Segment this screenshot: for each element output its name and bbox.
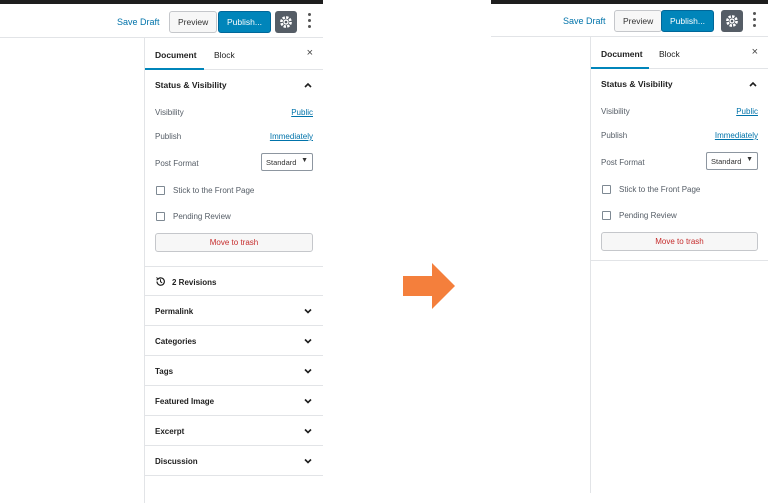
panel-title: Tags xyxy=(155,367,174,376)
publish-label: Publish xyxy=(155,132,182,141)
panel-title: Excerpt xyxy=(155,427,185,436)
tab-document[interactable]: Document xyxy=(591,37,649,69)
panel-featured-image[interactable]: Featured Image xyxy=(145,386,323,416)
chevron-down-icon xyxy=(304,458,312,464)
chevron-down-icon xyxy=(304,338,312,344)
chevron-up-icon xyxy=(304,82,312,88)
settings-button[interactable] xyxy=(721,10,743,32)
post-format-value: Standard xyxy=(266,158,297,167)
gear-icon xyxy=(280,16,292,28)
chevron-up-icon xyxy=(749,81,757,87)
section-title: Status & Visibility xyxy=(155,80,227,90)
more-options-button[interactable] xyxy=(751,12,757,30)
post-format-row: Post Format Standard ▼ xyxy=(591,147,768,177)
visibility-row: Visibility Public xyxy=(145,100,323,124)
publish-label: Publish xyxy=(601,131,628,140)
pending-review-label: Pending Review xyxy=(173,212,231,221)
chevron-down-icon xyxy=(304,368,312,374)
kebab-menu-icon xyxy=(752,12,756,15)
panel-title: Discussion xyxy=(155,457,198,466)
revisions-panel[interactable]: 2 Revisions xyxy=(145,266,323,296)
visibility-row: Visibility Public xyxy=(591,99,768,123)
stick-front-page-label: Stick to the Front Page xyxy=(619,185,701,194)
publish-button[interactable]: Publish... xyxy=(661,10,714,32)
section-title: Status & Visibility xyxy=(601,79,673,89)
publish-button[interactable]: Publish... xyxy=(218,11,271,33)
pending-review-checkbox[interactable] xyxy=(156,212,165,221)
close-icon[interactable]: × xyxy=(752,47,758,58)
stick-front-page-row: Stick to the Front Page xyxy=(591,177,768,203)
publish-row: Publish Immediately xyxy=(591,123,768,147)
stick-front-page-label: Stick to the Front Page xyxy=(173,186,255,195)
visibility-link[interactable]: Public xyxy=(736,107,758,116)
dropdown-arrow-icon: ▼ xyxy=(746,156,753,163)
status-visibility-header[interactable]: Status & Visibility xyxy=(591,69,768,99)
chevron-down-icon xyxy=(304,428,312,434)
trash-row: Move to trash xyxy=(145,230,323,262)
stick-front-page-checkbox[interactable] xyxy=(602,185,611,194)
post-format-value: Standard xyxy=(711,157,742,166)
save-draft-link[interactable]: Save Draft xyxy=(563,16,606,26)
publish-date-link[interactable]: Immediately xyxy=(715,131,758,140)
close-icon[interactable]: × xyxy=(307,48,313,59)
panel-title: Featured Image xyxy=(155,397,215,406)
publish-date-link[interactable]: Immediately xyxy=(270,132,313,141)
visibility-link[interactable]: Public xyxy=(291,108,313,117)
settings-sidebar: Document Block × Status & Visibility Vis… xyxy=(144,38,323,503)
post-format-select[interactable]: Standard ▼ xyxy=(706,152,758,170)
history-icon xyxy=(156,277,165,286)
preview-button[interactable]: Preview xyxy=(169,11,218,33)
panel-permalink[interactable]: Permalink xyxy=(145,296,323,326)
post-format-label: Post Format xyxy=(155,159,199,168)
dropdown-arrow-icon: ▼ xyxy=(301,157,308,164)
tab-document[interactable]: Document xyxy=(145,38,204,70)
trash-row: Move to trash xyxy=(591,229,768,261)
post-format-select[interactable]: Standard ▼ xyxy=(261,153,313,171)
panel-title: Categories xyxy=(155,337,197,346)
move-to-trash-button[interactable]: Move to trash xyxy=(155,233,313,252)
left-editor-panel: Save Draft Preview Publish... Document B… xyxy=(0,0,323,503)
post-format-label: Post Format xyxy=(601,158,645,167)
pending-review-row: Pending Review xyxy=(145,204,323,230)
pending-review-checkbox[interactable] xyxy=(602,211,611,220)
revisions-label: 2 Revisions xyxy=(172,278,217,287)
gear-icon xyxy=(726,15,738,27)
chevron-down-icon xyxy=(304,398,312,404)
panel-tags[interactable]: Tags xyxy=(145,356,323,386)
pending-review-label: Pending Review xyxy=(619,211,677,220)
visibility-label: Visibility xyxy=(601,107,630,116)
save-draft-link[interactable]: Save Draft xyxy=(117,17,160,27)
arrow-right-icon xyxy=(403,263,455,309)
tab-block[interactable]: Block xyxy=(214,38,235,70)
sidebar-tabs: Document Block × xyxy=(591,37,768,69)
pending-review-row: Pending Review xyxy=(591,203,768,229)
panel-excerpt[interactable]: Excerpt xyxy=(145,416,323,446)
move-to-trash-button[interactable]: Move to trash xyxy=(601,232,758,251)
sidebar-tabs: Document Block × xyxy=(145,38,323,70)
more-options-button[interactable] xyxy=(306,13,312,31)
status-visibility-header[interactable]: Status & Visibility xyxy=(145,70,323,100)
tab-block[interactable]: Block xyxy=(659,37,680,69)
preview-button[interactable]: Preview xyxy=(614,10,663,32)
editor-toolbar: Save Draft Preview Publish... xyxy=(0,4,323,38)
stick-front-page-checkbox[interactable] xyxy=(156,186,165,195)
panel-categories[interactable]: Categories xyxy=(145,326,323,356)
kebab-menu-icon xyxy=(307,13,311,16)
settings-sidebar: Document Block × Status & Visibility Vis… xyxy=(590,37,768,493)
comparison-stage: Save Draft Preview Publish... Document B… xyxy=(0,0,768,503)
chevron-down-icon xyxy=(304,308,312,314)
panel-title: Permalink xyxy=(155,307,194,316)
stick-front-page-row: Stick to the Front Page xyxy=(145,178,323,204)
right-editor-panel: Save Draft Preview Publish... Document B… xyxy=(491,0,768,503)
publish-row: Publish Immediately xyxy=(145,124,323,148)
editor-toolbar: Save Draft Preview Publish... xyxy=(491,4,768,37)
panel-discussion[interactable]: Discussion xyxy=(145,446,323,476)
visibility-label: Visibility xyxy=(155,108,184,117)
settings-button[interactable] xyxy=(275,11,297,33)
post-format-row: Post Format Standard ▼ xyxy=(145,148,323,178)
